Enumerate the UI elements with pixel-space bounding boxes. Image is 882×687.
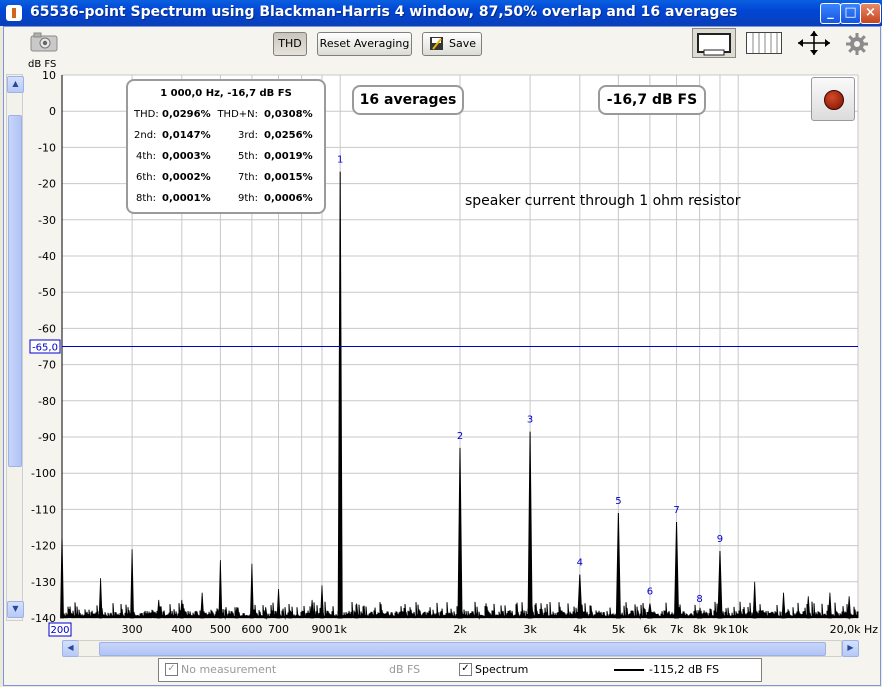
y-tick-label: -40 [38,250,56,263]
legend-unit: dB FS [389,663,421,676]
y-tick-label: -90 [38,431,56,444]
legend-bar: ✓ No measurement dB FS ✓ Spectrum -115,2… [158,658,762,682]
x-tick-label: 500 [210,623,231,636]
y-tick-label: -80 [38,395,56,408]
harmonic-label: 9 [717,534,723,545]
y-tick-label: 10 [42,69,56,82]
x-tick-label: 20,0k Hz [830,623,879,636]
x-tick-label: 300 [122,623,143,636]
record-icon [824,90,844,110]
x-tick-label: 7k [670,623,684,636]
x-start-label: 200 [48,622,72,637]
no-measurement-label: No measurement [181,663,277,676]
spectrum-value: -115,2 dB FS [649,663,720,676]
chart-annotation: speaker current through 1 ohm resistor [465,193,741,209]
thd-row-value: 0,0256% [264,130,313,141]
svg-text:200: 200 [50,625,69,636]
x-tick-label: 9k [713,623,727,636]
x-tick-label: 10k [728,623,749,636]
x-tick-label: 600 [241,623,262,636]
no-measurement-checkbox[interactable]: ✓ [165,663,178,676]
scroll-right-button[interactable]: ▶ [842,640,859,657]
thd-row-value: 0,0006% [264,193,313,204]
thd-row-label: 4th: [136,151,156,162]
y-tick-label: -60 [38,322,56,335]
x-tick-label: 1k [334,623,348,636]
thd-row-label: THD: [134,109,159,120]
y-tick-label: -10 [38,141,56,154]
x-tick-label: 3k [523,623,537,636]
spectrum-checkbox[interactable]: ✓ [459,663,472,676]
y-tick-label: 0 [49,105,56,118]
harmonic-label: 1 [337,155,343,166]
x-axis-ticks: 300 400 500 600 700 900 1k 2k 3k 4k 5k 6k 7k 8k 9k 10k 2… [122,623,879,636]
level-marker-label[interactable]: -65,0 [29,339,61,354]
x-tick-label: 400 [171,623,192,636]
thd-row-label: 5th: [238,151,258,162]
thd-row-label: 3rd: [237,130,258,141]
x-tick-label: 5k [612,623,626,636]
y-tick-label: -20 [38,178,56,191]
thd-row-label: 8th: [136,193,156,204]
scroll-left-button[interactable]: ◀ [62,640,79,657]
x-tick-label: 900 [311,623,332,636]
thd-row-label: 6th: [136,172,156,183]
harmonic-label: 6 [647,587,653,598]
y-tick-label: -130 [31,576,56,589]
spectrum-label: Spectrum [475,663,529,676]
thd-row-value: 0,0308% [264,109,313,120]
harmonic-label: 3 [527,415,533,426]
y-tick-label: -120 [31,540,56,553]
x-tick-label: 6k [643,623,657,636]
harmonic-label: 4 [577,558,583,569]
thd-results-panel: 1 000,0 Hz, -16,7 dB FS THD: 0,0296% THD+N… [126,79,326,214]
svg-text:-65,0: -65,0 [32,343,58,354]
y-tick-label: -110 [31,503,56,516]
y-tick-label: -100 [31,467,56,480]
harmonic-label: 8 [696,594,702,605]
averages-badge: 16 averages [352,85,464,115]
thd-row-value: 0,0019% [264,151,313,162]
x-tick-label: 8k [693,623,707,636]
horizontal-scroll-thumb[interactable] [99,642,826,656]
record-button[interactable] [811,77,855,121]
harmonic-label: 2 [457,431,463,442]
x-tick-label: 700 [268,623,289,636]
x-tick-label: 2k [453,623,467,636]
thd-row-value: 0,0015% [264,172,313,183]
y-tick-label: -30 [38,214,56,227]
thd-row-label: THD+N: [217,109,258,120]
thd-header: 1 000,0 Hz, -16,7 dB FS [160,88,292,99]
y-tick-label: -70 [38,359,56,372]
harmonic-label: 7 [673,505,679,516]
thd-row-label: 2nd: [134,130,157,141]
y-tick-label: -50 [38,286,56,299]
x-tick-label: 4k [573,623,587,636]
level-badge: -16,7 dB FS [598,85,706,115]
thd-row-label: 7th: [238,172,258,183]
horizontal-scrollbar[interactable] [78,640,842,657]
spectrum-line-swatch [614,669,644,671]
thd-row-label: 9th: [238,193,258,204]
harmonic-label: 5 [615,496,621,507]
